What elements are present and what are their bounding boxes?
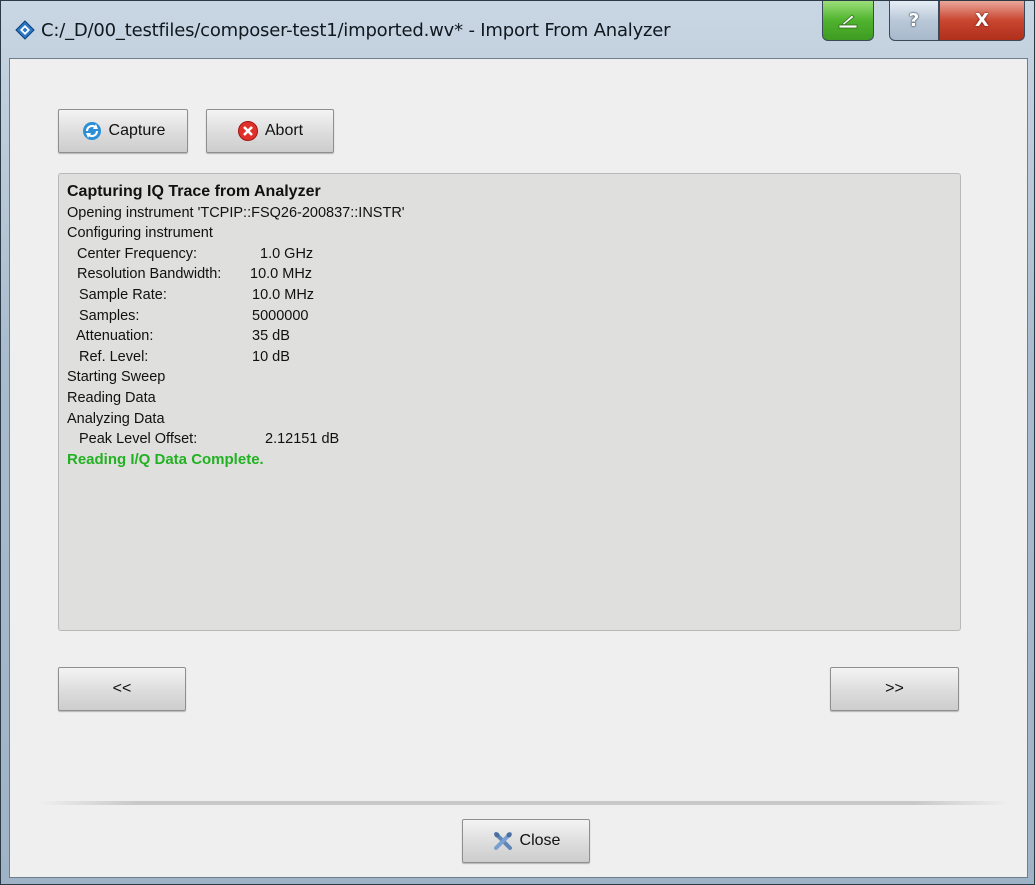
app-icon <box>15 20 35 40</box>
setting-value: 10.0 MHz <box>250 266 313 283</box>
previous-button[interactable]: << <box>58 667 186 711</box>
log-setting-row: Sample Rate: 10.0 MHz <box>67 285 960 306</box>
setting-value: 35 dB <box>252 328 290 345</box>
abort-icon <box>237 121 258 141</box>
setting-value: 1.0 GHz <box>260 245 314 262</box>
close-label: Close <box>519 832 561 849</box>
tools-close-icon <box>493 832 512 850</box>
log-setting-row: Ref. Level: 10 dB <box>67 347 960 368</box>
setting-value: 10 dB <box>252 348 290 365</box>
log-complete-message: Reading I/Q Data Complete. <box>67 450 264 468</box>
log-setting-row: Samples: 5000000 <box>67 306 960 327</box>
setting-label: Samples: <box>79 307 140 324</box>
setting-value: 5000000 <box>252 307 309 324</box>
dialog-client-area: Capture Abort Capturing IQ Trace from An… <box>9 58 1028 878</box>
peak-label: Peak Level Offset: <box>79 431 198 448</box>
footer-divider <box>40 801 1010 805</box>
setting-label: Resolution Bandwidth: <box>77 266 222 283</box>
question-icon: ? <box>908 10 920 31</box>
special-window-button[interactable] <box>822 1 874 41</box>
close-button[interactable]: Close <box>462 819 590 863</box>
help-button[interactable]: ? <box>889 1 939 41</box>
log-setting-row: Resolution Bandwidth: 10.0 MHz <box>67 264 960 285</box>
log-setting-row: Attenuation: 35 dB <box>67 326 960 347</box>
setting-label: Sample Rate: <box>79 286 167 303</box>
setting-label: Attenuation: <box>76 328 154 345</box>
dialog-window: C:/_D/00_testfiles/composer-test1/import… <box>0 0 1035 885</box>
log-reading-data: Reading Data <box>67 389 156 406</box>
capture-label: Capture <box>108 122 166 139</box>
log-opening-instrument: Opening instrument 'TCPIP::FSQ26-200837:… <box>67 204 405 221</box>
title-bar[interactable]: C:/_D/00_testfiles/composer-test1/import… <box>1 1 1034 59</box>
capture-button[interactable]: Capture <box>58 109 188 153</box>
log-peak-row: Peak Level Offset: 2.12151 dB <box>67 429 960 450</box>
window-title: C:/_D/00_testfiles/composer-test1/import… <box>41 20 671 41</box>
abort-label: Abort <box>264 122 304 139</box>
peak-value: 2.12151 dB <box>265 431 340 448</box>
log-configuring: Configuring instrument <box>67 225 213 242</box>
log-analyzing-data: Analyzing Data <box>67 410 165 427</box>
close-x-icon: X <box>975 10 989 31</box>
next-button[interactable]: >> <box>830 667 959 711</box>
pen-icon <box>838 13 858 28</box>
previous-label: << <box>112 680 132 697</box>
setting-label: Center Frequency: <box>77 245 198 262</box>
log-setting-row: Center Frequency: 1.0 GHz <box>67 244 960 265</box>
log-starting-sweep: Starting Sweep <box>67 369 166 386</box>
window-close-button[interactable]: X <box>939 1 1025 41</box>
refresh-icon <box>82 122 101 140</box>
abort-button[interactable]: Abort <box>206 109 334 153</box>
log-heading: Capturing IQ Trace from Analyzer <box>67 183 321 200</box>
setting-value: 10.0 MHz <box>252 286 315 303</box>
capture-log-panel: Capturing IQ Trace from Analyzer Opening… <box>58 173 961 631</box>
next-label: >> <box>885 680 904 697</box>
setting-label: Ref. Level: <box>79 348 149 365</box>
